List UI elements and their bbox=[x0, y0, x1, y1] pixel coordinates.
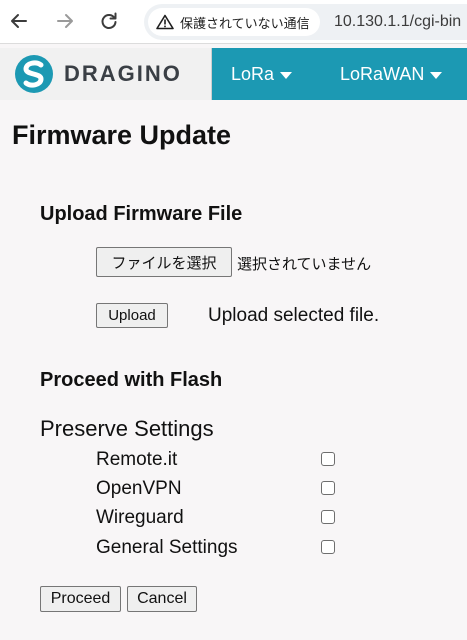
app-navbar: DRAGINO LoRa LoRaWAN bbox=[0, 48, 467, 100]
proceed-button[interactable]: Proceed bbox=[40, 586, 121, 612]
address-bar[interactable]: 保護されていない通信 10.130.1.1/cgi-bin bbox=[144, 4, 467, 40]
upload-help-text: Upload selected file. bbox=[208, 305, 380, 326]
back-arrow-icon bbox=[11, 14, 27, 28]
upload-button[interactable]: Upload bbox=[96, 303, 168, 328]
url-text[interactable]: 10.130.1.1/cgi-bin bbox=[334, 13, 461, 31]
upload-section-title: Upload Firmware File bbox=[40, 203, 243, 225]
brand-name: DRAGINO bbox=[64, 61, 182, 86]
option-label-wireguard: Wireguard bbox=[96, 507, 184, 528]
checkbox-openvpn[interactable] bbox=[321, 481, 335, 495]
security-label: 保護されていない通信 bbox=[180, 16, 310, 32]
option-label-openvpn: OpenVPN bbox=[96, 478, 182, 499]
checkbox-wireguard[interactable] bbox=[321, 510, 335, 524]
file-status-text: 選択されていません bbox=[237, 255, 372, 273]
brand[interactable]: DRAGINO bbox=[0, 48, 212, 100]
choose-file-button[interactable]: ファイルを選択 bbox=[96, 247, 232, 277]
checkbox-general-settings[interactable] bbox=[321, 540, 335, 554]
reload-icon bbox=[101, 12, 117, 29]
back-button[interactable] bbox=[6, 8, 32, 34]
dragino-logo-icon bbox=[15, 55, 53, 93]
menu-lora[interactable]: LoRa bbox=[231, 48, 293, 100]
preserve-settings-label: Preserve Settings bbox=[40, 416, 214, 441]
caret-down-icon bbox=[280, 71, 293, 79]
menu-lora-label: LoRa bbox=[231, 63, 275, 84]
checkbox-remoteit[interactable] bbox=[321, 452, 335, 466]
warning-icon bbox=[156, 14, 174, 30]
caret-down-icon bbox=[430, 71, 443, 79]
security-chip[interactable]: 保護されていない通信 bbox=[148, 8, 320, 36]
cancel-button[interactable]: Cancel bbox=[127, 586, 197, 612]
page-title: Firmware Update bbox=[12, 120, 232, 150]
forward-arrow-icon bbox=[57, 14, 73, 28]
menu-lorawan-label: LoRaWAN bbox=[340, 63, 425, 84]
option-label-general-settings: General Settings bbox=[96, 537, 238, 558]
option-label-remoteit: Remote.it bbox=[96, 449, 178, 470]
flash-section-title: Proceed with Flash bbox=[40, 369, 223, 391]
browser-toolbar: 保護されていない通信 10.130.1.1/cgi-bin bbox=[0, 0, 467, 44]
forward-button[interactable] bbox=[52, 8, 78, 34]
menu-lorawan[interactable]: LoRaWAN bbox=[340, 48, 443, 100]
reload-button[interactable] bbox=[96, 8, 122, 34]
